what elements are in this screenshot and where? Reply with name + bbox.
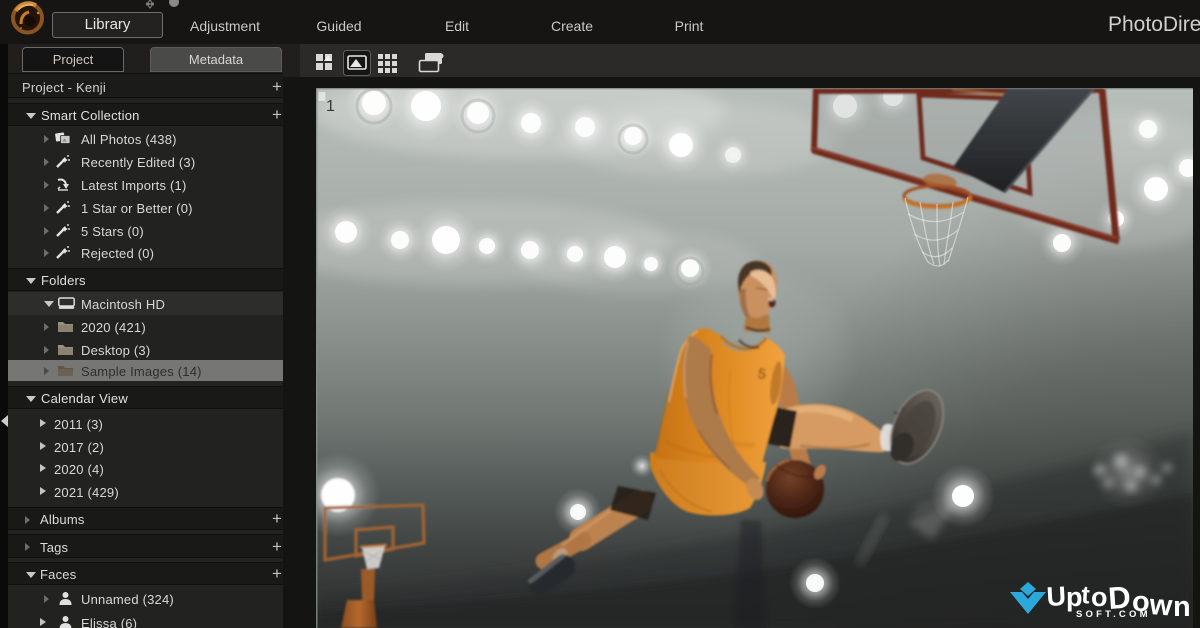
svg-text:w: w xyxy=(1148,589,1174,623)
svg-text:o: o xyxy=(1091,582,1108,612)
svg-text:SOFT.COM: SOFT.COM xyxy=(1076,609,1151,620)
svg-text:U: U xyxy=(1046,581,1067,612)
svg-text:t: t xyxy=(1081,581,1091,609)
svg-text:n: n xyxy=(1173,591,1191,623)
svg-text:1: 1 xyxy=(326,98,335,115)
